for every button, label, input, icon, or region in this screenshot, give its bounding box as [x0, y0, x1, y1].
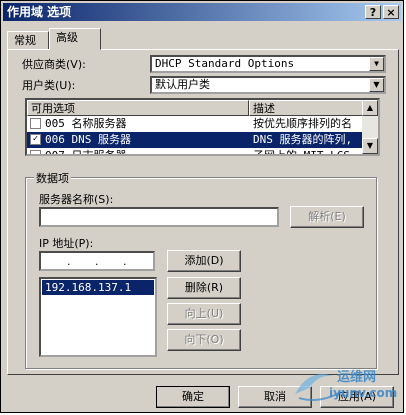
column-header-available[interactable]: 可用选项 — [27, 100, 249, 116]
vendor-label: 供应商类(V): — [22, 58, 86, 71]
server-name-input[interactable] — [39, 207, 279, 227]
remove-button[interactable]: 删除(R) — [167, 277, 241, 299]
vendor-value: DHCP Standard Options — [155, 57, 295, 70]
move-down-button[interactable]: 向下(O) — [167, 329, 241, 351]
list-item[interactable]: 005 名称服务器 按优先顺序排列的名 — [27, 116, 366, 132]
scroll-down-icon[interactable]: ▼ — [362, 138, 378, 154]
group-legend: 数据项 — [34, 170, 71, 186]
dialog-window: 作用域 选项 ? × 常规 高级 供应商类(V): DHCP Standard … — [0, 0, 404, 413]
scroll-up-icon[interactable]: ▲ — [362, 100, 378, 116]
close-button[interactable]: × — [383, 5, 399, 19]
option-checkbox[interactable] — [30, 150, 41, 154]
user-class-select[interactable]: 默认用户类 ▼ — [150, 76, 386, 94]
help-button[interactable]: ? — [365, 5, 381, 19]
list-item[interactable]: ✓ 006 DNS 服务器 DNS 服务器的阵列, — [27, 132, 366, 148]
option-checkbox[interactable] — [30, 118, 41, 129]
watermark-url: iyunv.com — [329, 386, 398, 400]
ip-address-label: IP 地址(P): — [39, 237, 94, 250]
list-item[interactable]: 007 日志服务器 子网上的 MIT_LCS — [27, 148, 366, 156]
option-name: 007 日志服务器 — [45, 149, 127, 156]
option-desc: 子网上的 MIT_LCS — [253, 149, 350, 156]
watermark-logo: 运维网 iyunv.com — [289, 364, 399, 406]
option-desc: 按优先顺序排列的名 — [253, 117, 352, 130]
option-desc: DNS 服务器的阵列, — [253, 133, 353, 146]
list-scrollbar[interactable]: ▲ ▼ — [362, 100, 378, 154]
vendor-class-select[interactable]: DHCP Standard Options ▼ — [150, 55, 386, 73]
ip-address-input[interactable]: . . . — [39, 251, 155, 271]
server-name-label: 服务器名称(S): — [39, 193, 114, 206]
options-listview[interactable]: 可用选项 描述 005 名称服务器 按优先顺序排列的名 ✓ 006 DNS 服务… — [25, 98, 380, 156]
list-item[interactable]: 192.168.137.1 — [42, 280, 154, 295]
option-name: 006 DNS 服务器 — [45, 133, 131, 146]
watermark-text: 运维网 — [337, 370, 377, 385]
title-bar: 作用域 选项 ? × — [3, 3, 401, 21]
ok-button[interactable]: 确定 — [156, 386, 230, 408]
ip-address-list[interactable]: 192.168.137.1 — [39, 277, 157, 357]
tab-general[interactable]: 常规 — [7, 31, 49, 49]
chevron-down-icon[interactable]: ▼ — [369, 57, 384, 71]
option-checkbox[interactable]: ✓ — [30, 134, 41, 145]
userclass-value: 默认用户类 — [155, 78, 210, 91]
column-header-description[interactable]: 描述 — [249, 100, 366, 116]
add-button[interactable]: 添加(D) — [167, 250, 241, 272]
window-title: 作用域 选项 — [7, 5, 72, 19]
option-name: 005 名称服务器 — [45, 117, 127, 130]
chevron-down-icon[interactable]: ▼ — [369, 78, 384, 92]
move-up-button[interactable]: 向上(U) — [167, 303, 241, 325]
userclass-label: 用户类(U): — [22, 79, 76, 92]
tab-advanced[interactable]: 高级 — [49, 28, 101, 50]
resolve-button[interactable]: 解析(E) — [290, 206, 364, 228]
